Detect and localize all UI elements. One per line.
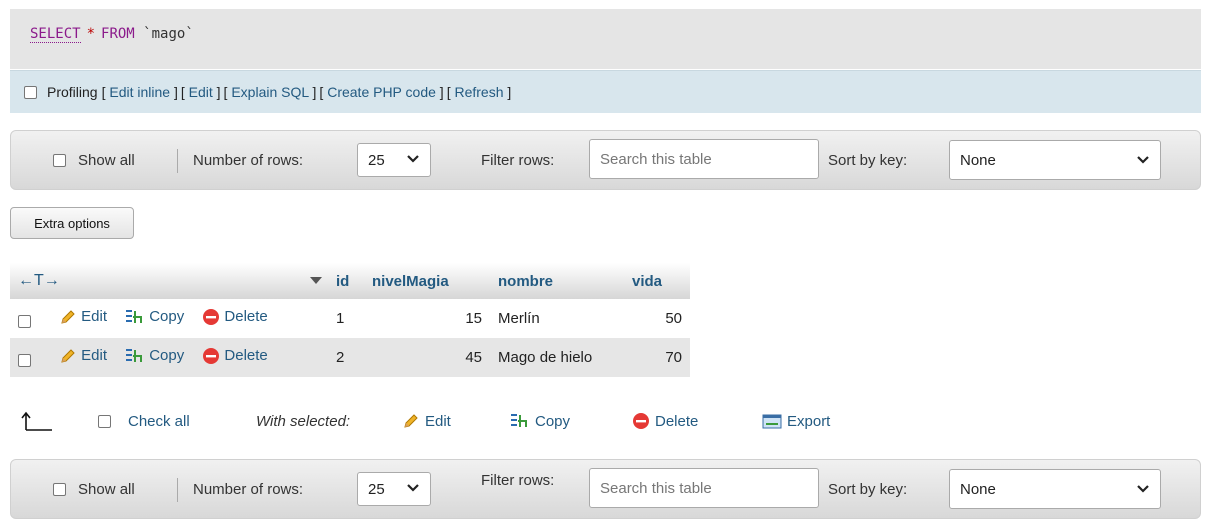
show-all-label: Show all [78, 151, 135, 169]
number-of-rows-value: 25 [368, 480, 385, 498]
column-header-nivelmagia[interactable]: nivelMagia [364, 263, 490, 299]
divider [177, 478, 178, 502]
profiling-label: Profiling [47, 84, 98, 100]
sql-keyword-select[interactable]: SELECT [30, 26, 81, 43]
arrow-up-left-icon [21, 411, 52, 431]
delete-icon [203, 308, 220, 325]
number-of-rows-label: Number of rows: [193, 151, 304, 169]
pencil-icon [404, 414, 418, 428]
cell-id[interactable]: 2 [328, 338, 364, 377]
column-header-vida[interactable]: vida [624, 263, 690, 299]
filter-rows-input[interactable]: Search this table [589, 139, 819, 179]
cell-nivelmagia[interactable]: 45 [364, 338, 490, 377]
pencil-icon [61, 309, 75, 324]
check-all-link[interactable]: Check all [128, 413, 190, 430]
row-actions: Edit Copy Delete [10, 338, 328, 377]
row-copy-button[interactable]: Copy [125, 308, 184, 326]
profiling-bar: Profiling [ Edit inline ] [ Edit ] [ Exp… [10, 70, 1201, 113]
divider [177, 149, 178, 173]
row-copy-button[interactable]: Copy [125, 347, 184, 365]
column-header-id[interactable]: id [328, 263, 364, 299]
extra-options-button[interactable]: Extra options [10, 207, 134, 239]
delete-icon [203, 347, 220, 364]
show-all-toggle[interactable]: Show all [53, 131, 135, 189]
sort-by-key-select[interactable]: None [949, 140, 1161, 180]
copy-icon [511, 414, 527, 427]
sql-table-name: `mago` [143, 26, 194, 42]
chevron-down-icon [407, 155, 419, 163]
sort-by-key-label: Sort by key: [828, 151, 908, 169]
show-all-label: Show all [78, 480, 135, 498]
copy-icon [126, 309, 143, 323]
table-row: Edit Copy Delete 1 15 Merlín 50 [10, 299, 690, 338]
cell-id[interactable]: 1 [328, 299, 364, 338]
column-arrows-icon[interactable]: ←T→ [18, 272, 60, 289]
sort-by-key-select[interactable]: None [949, 469, 1161, 509]
number-of-rows-value: 25 [368, 151, 385, 169]
chevron-down-icon [1137, 156, 1149, 164]
bulk-export-button[interactable]: Export [762, 412, 830, 430]
chevron-down-icon [407, 484, 419, 492]
row-delete-button[interactable]: Delete [202, 308, 268, 326]
bulk-delete-button[interactable]: Delete [632, 412, 698, 430]
column-sort-dropdown-icon[interactable] [310, 277, 322, 285]
sql-keyword-from: FROM [101, 26, 135, 42]
row-checkbox[interactable] [18, 315, 31, 329]
filter-rows-label: Filter rows: [481, 472, 555, 489]
show-all-checkbox[interactable] [53, 153, 66, 167]
row-actions: Edit Copy Delete [10, 299, 328, 338]
filter-rows-label: Filter rows: [481, 151, 555, 169]
column-header-nombre[interactable]: nombre [490, 263, 624, 299]
cell-vida[interactable]: 70 [624, 338, 690, 377]
cell-nombre[interactable]: Merlín [490, 299, 624, 338]
row-edit-button[interactable]: Edit [59, 308, 107, 326]
filter-rows-input[interactable]: Search this table [589, 468, 819, 508]
table-navigation-bottom: Show all Number of rows: 25 Filter rows:… [10, 459, 1201, 519]
number-of-rows-select[interactable]: 25 [357, 472, 431, 506]
show-all-checkbox[interactable] [53, 482, 66, 496]
row-checkbox[interactable] [18, 354, 31, 368]
sql-query-box: SELECT * FROM `mago` [10, 9, 1201, 69]
cell-nivelmagia[interactable]: 15 [364, 299, 490, 338]
cell-vida[interactable]: 50 [624, 299, 690, 338]
filter-rows-placeholder: Search this table [600, 479, 712, 497]
filter-rows-placeholder: Search this table [600, 150, 712, 168]
bulk-copy-button[interactable]: Copy [510, 412, 570, 430]
edit-link[interactable]: Edit [189, 84, 213, 100]
with-selected-label: With selected: [256, 412, 351, 430]
sort-by-key-value: None [960, 151, 996, 169]
create-php-code-link[interactable]: Create PHP code [327, 84, 436, 100]
number-of-rows-label: Number of rows: [193, 480, 304, 498]
table-navigation-top: Show all Number of rows: 25 Filter rows:… [10, 130, 1201, 190]
show-all-toggle[interactable]: Show all [53, 460, 135, 518]
delete-icon [633, 413, 649, 429]
cell-nombre[interactable]: Mago de hielo [490, 338, 624, 377]
copy-icon [126, 348, 143, 362]
check-all-checkbox[interactable] [98, 414, 111, 428]
bulk-actions-bar: Check all With selected: Edit Copy Delet… [10, 402, 910, 440]
sort-by-key-value: None [960, 480, 996, 498]
profiling-checkbox[interactable] [24, 85, 37, 99]
row-edit-button[interactable]: Edit [59, 347, 107, 365]
refresh-link[interactable]: Refresh [454, 84, 503, 100]
table-row: Edit Copy Delete 2 45 Mago de hielo 70 [10, 338, 690, 377]
row-delete-button[interactable]: Delete [202, 347, 268, 365]
table-header-row: ←T→ id nivelMagia nombre vida [10, 263, 690, 299]
explain-sql-link[interactable]: Explain SQL [231, 84, 308, 100]
chevron-down-icon [1137, 485, 1149, 493]
bulk-edit-button[interactable]: Edit [402, 412, 451, 430]
export-icon [762, 414, 782, 429]
sort-by-key-label: Sort by key: [828, 480, 908, 498]
results-table: ←T→ id nivelMagia nombre vida Edit Copy [10, 263, 690, 377]
column-controls-header: ←T→ [10, 263, 328, 299]
number-of-rows-select[interactable]: 25 [357, 143, 431, 177]
edit-inline-link[interactable]: Edit inline [109, 84, 170, 100]
sql-query: SELECT * FROM `mago` [30, 26, 194, 43]
sql-operator: * [86, 26, 96, 42]
pencil-icon [61, 348, 75, 363]
